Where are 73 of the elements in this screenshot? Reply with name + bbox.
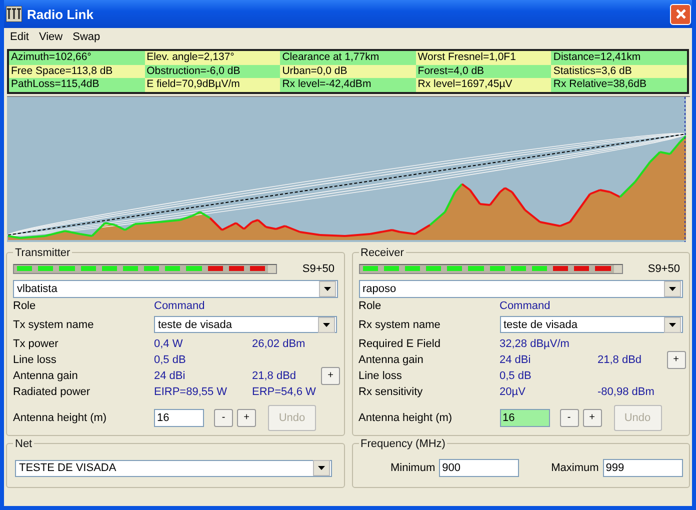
field-value: 21,8 dBd	[598, 354, 643, 366]
field-label: Minimum	[390, 462, 436, 474]
field-value: 24 dBi	[500, 354, 532, 366]
field-value: 26,02 dBm	[252, 338, 306, 350]
signal-reading: S9+50	[302, 262, 334, 274]
table-cell: E field=70,9dBµV/m	[144, 78, 280, 92]
field-label: Tx system name	[13, 318, 95, 330]
table-cell: Elev. angle=2,137°	[144, 51, 280, 64]
field-label: Role	[13, 300, 37, 312]
increase-button[interactable]: +	[582, 408, 602, 426]
dropdown-arrow-icon	[324, 286, 330, 290]
table-cell: Rx level=1697,45µV	[416, 78, 552, 92]
field-label: Rx sensitivity	[358, 386, 424, 398]
table-cell: Worst Fresnel=1,0F1	[416, 51, 552, 64]
net-dropdown[interactable]: TESTE DE VISADA	[15, 460, 332, 476]
decrease-button[interactable]: -	[560, 408, 578, 426]
table-cell: Free Space=113,8 dB	[9, 64, 145, 78]
field-value: 24 dBi	[154, 370, 186, 382]
field-label: Antenna height (m)	[358, 412, 454, 424]
dropdown-arrow-icon	[668, 322, 676, 326]
menu-item[interactable]: Edit	[8, 31, 35, 43]
field-value: -80,98 dBm	[598, 386, 656, 398]
field-value: 32,28 dBµV/m	[500, 338, 570, 350]
field-value: 21,8 dBd	[252, 370, 298, 382]
close-icon	[674, 8, 686, 20]
field-value: Command	[500, 300, 552, 312]
antenna-height-field[interactable]: 16	[500, 408, 550, 426]
signal-reading: S9+50	[648, 262, 680, 274]
system-dropdown[interactable]: teste de visada	[500, 316, 682, 333]
increase-button[interactable]: +	[237, 408, 256, 426]
field-value: 20µV	[500, 386, 526, 398]
add-button[interactable]: +	[321, 366, 340, 384]
maximum-field[interactable]: 999	[602, 458, 683, 476]
window-title: Radio Link	[27, 6, 94, 22]
minimum-field[interactable]: 900	[439, 458, 520, 476]
field-label: Radiated power	[13, 386, 92, 398]
dropdown-arrow-icon	[323, 322, 330, 326]
group-title: Receiver	[360, 246, 405, 258]
field-label: Line loss	[13, 354, 58, 366]
decrease-button[interactable]: -	[214, 408, 233, 426]
field-label: Rx system name	[358, 318, 442, 330]
field-label: Antenna gain	[358, 354, 424, 366]
group-title: Frequency (MHz)	[360, 438, 446, 450]
dropdown-arrow-icon	[669, 286, 676, 290]
station-dropdown[interactable]: raposo	[358, 280, 683, 298]
field-label: Antenna height (m)	[13, 412, 108, 424]
table-cell: Statistics=3,6 dB	[551, 64, 687, 78]
menu-item[interactable]: View	[36, 31, 69, 43]
field-label: Antenna gain	[13, 370, 79, 382]
group-title: Net	[14, 438, 34, 450]
field-label: Required E Field	[358, 338, 442, 350]
antenna-height-field[interactable]: 16	[154, 408, 204, 426]
field-label: Tx power	[13, 338, 60, 350]
close-button[interactable]	[670, 4, 691, 24]
field-value: Command	[154, 300, 206, 312]
field-label: Line loss	[358, 370, 403, 382]
menu-item[interactable]: Swap	[70, 31, 106, 43]
table-cell: Forest=4,0 dB	[416, 64, 552, 78]
field-value: 0,5 dB	[154, 354, 187, 366]
table-cell: Urban=0,0 dB	[280, 64, 416, 78]
system-dropdown[interactable]: teste de visada	[154, 316, 337, 333]
antenna-icon	[6, 6, 22, 22]
field-value: 0,5 dB	[500, 370, 532, 382]
table-cell: Obstruction=-6,0 dB	[144, 64, 280, 78]
field-value: EIRP=89,55 W	[154, 386, 228, 398]
station-dropdown[interactable]: vlbatista	[13, 280, 338, 298]
field-value: ERP=54,6 W	[252, 386, 317, 398]
field-label: Maximum	[551, 462, 599, 474]
group-title: Transmitter	[14, 246, 72, 258]
add-button[interactable]: +	[666, 350, 686, 368]
dropdown-arrow-icon	[318, 466, 324, 470]
field-label: Role	[358, 300, 382, 312]
field-value: 0,4 W	[154, 338, 184, 350]
